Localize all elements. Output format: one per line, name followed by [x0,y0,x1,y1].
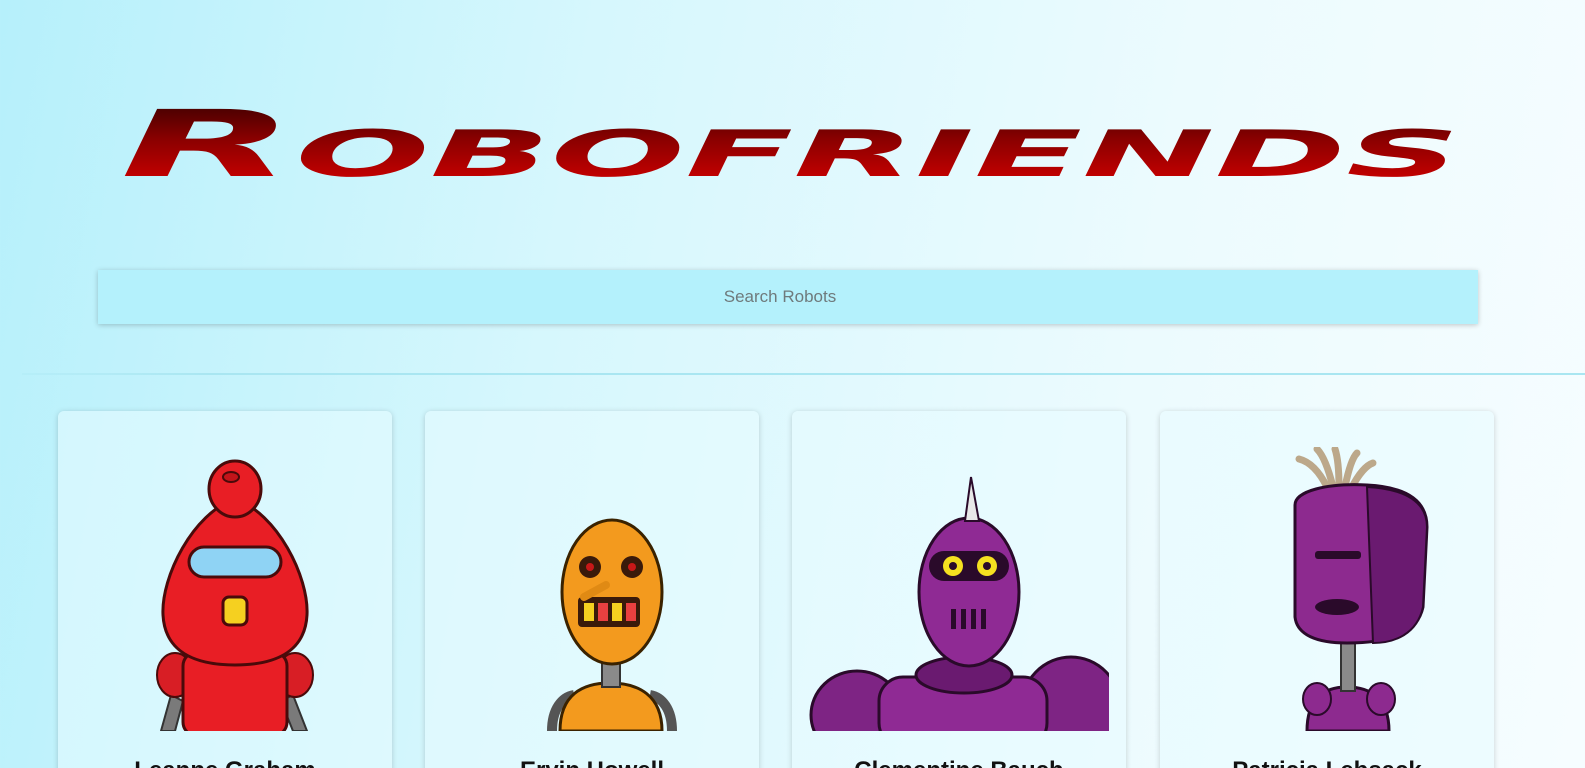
robot-name: Clementine Bauch [792,757,1126,768]
robot-name: Patricia Lebsack [1160,757,1494,768]
orange-robot-avatar [547,518,677,731]
purple-robot-avatar [1293,447,1429,731]
robot-card[interactable]: Ervin Howell [425,411,759,768]
app-title: Robofriends [110,88,1470,188]
search-input[interactable] [98,270,1478,324]
red-robot-avatar [156,459,314,731]
robot-card[interactable]: Patricia Lebsack [1160,411,1494,768]
purple-robot-avatar [809,476,1109,731]
robot-name: Ervin Howell [425,757,759,768]
robot-name: Leanne Graham [58,757,392,768]
app-title-text: Robofriends [120,91,1460,188]
robot-card[interactable]: Clementine Bauch [792,411,1126,768]
divider [22,373,1585,375]
robot-card[interactable]: Leanne Graham [58,411,392,768]
